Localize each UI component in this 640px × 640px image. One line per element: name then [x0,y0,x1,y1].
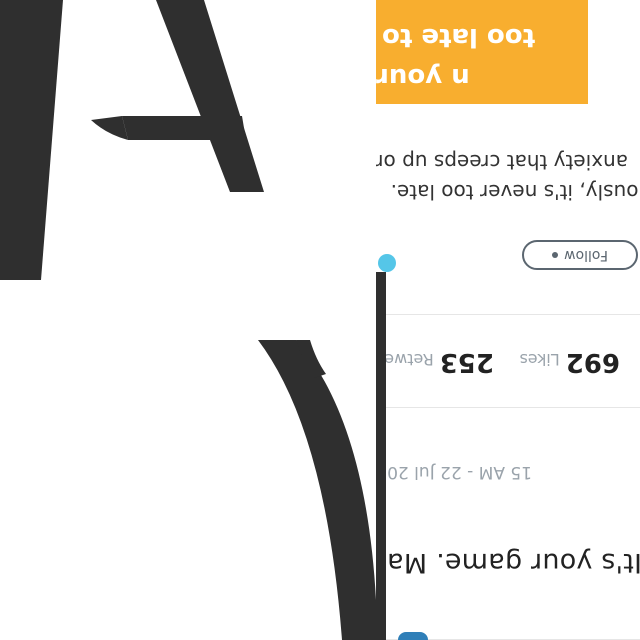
vertical-divider [376,272,386,640]
notification-dot [378,254,396,272]
bio-line-1: iously, it's never too late. [390,180,640,204]
tweet-stats: 692Likes 253Retweets [360,314,640,408]
likes-label: Likes [519,350,560,369]
banner-line-2: too late to [382,22,536,52]
letter-stem-left [0,0,63,280]
follow-button[interactable]: Follow [522,240,638,270]
avatar-edge [398,632,428,640]
tweet-card: It's your game. Make up yo 15 AM - 22 Ju… [270,0,640,640]
follow-label: Follow [564,247,608,263]
follow-icon [552,252,559,258]
letter-bowl [258,340,376,640]
rotated-content: It's your game. Make up yo 15 AM - 22 Ju… [0,0,640,640]
letter-diagonal [156,0,264,192]
large-letter-graphic [0,0,376,640]
likes-stat[interactable]: 692 Likes [519,347,620,377]
retweets-count: 253 [439,347,494,377]
banner-line-1: n your [376,62,470,92]
large-letterform-panel [0,0,376,640]
likes-count: 692 [565,347,620,377]
letter-crossbar [122,116,246,140]
promo-banner: too late to n your [376,0,588,104]
tweet-timestamp: 15 AM - 22 Jul 2017 [365,462,533,482]
screenshot-canvas: It's your game. Make up yo 15 AM - 22 Ju… [0,0,640,640]
letter-tip [91,116,128,140]
bio-line-2: anxiety that creeps up on y [352,150,628,174]
